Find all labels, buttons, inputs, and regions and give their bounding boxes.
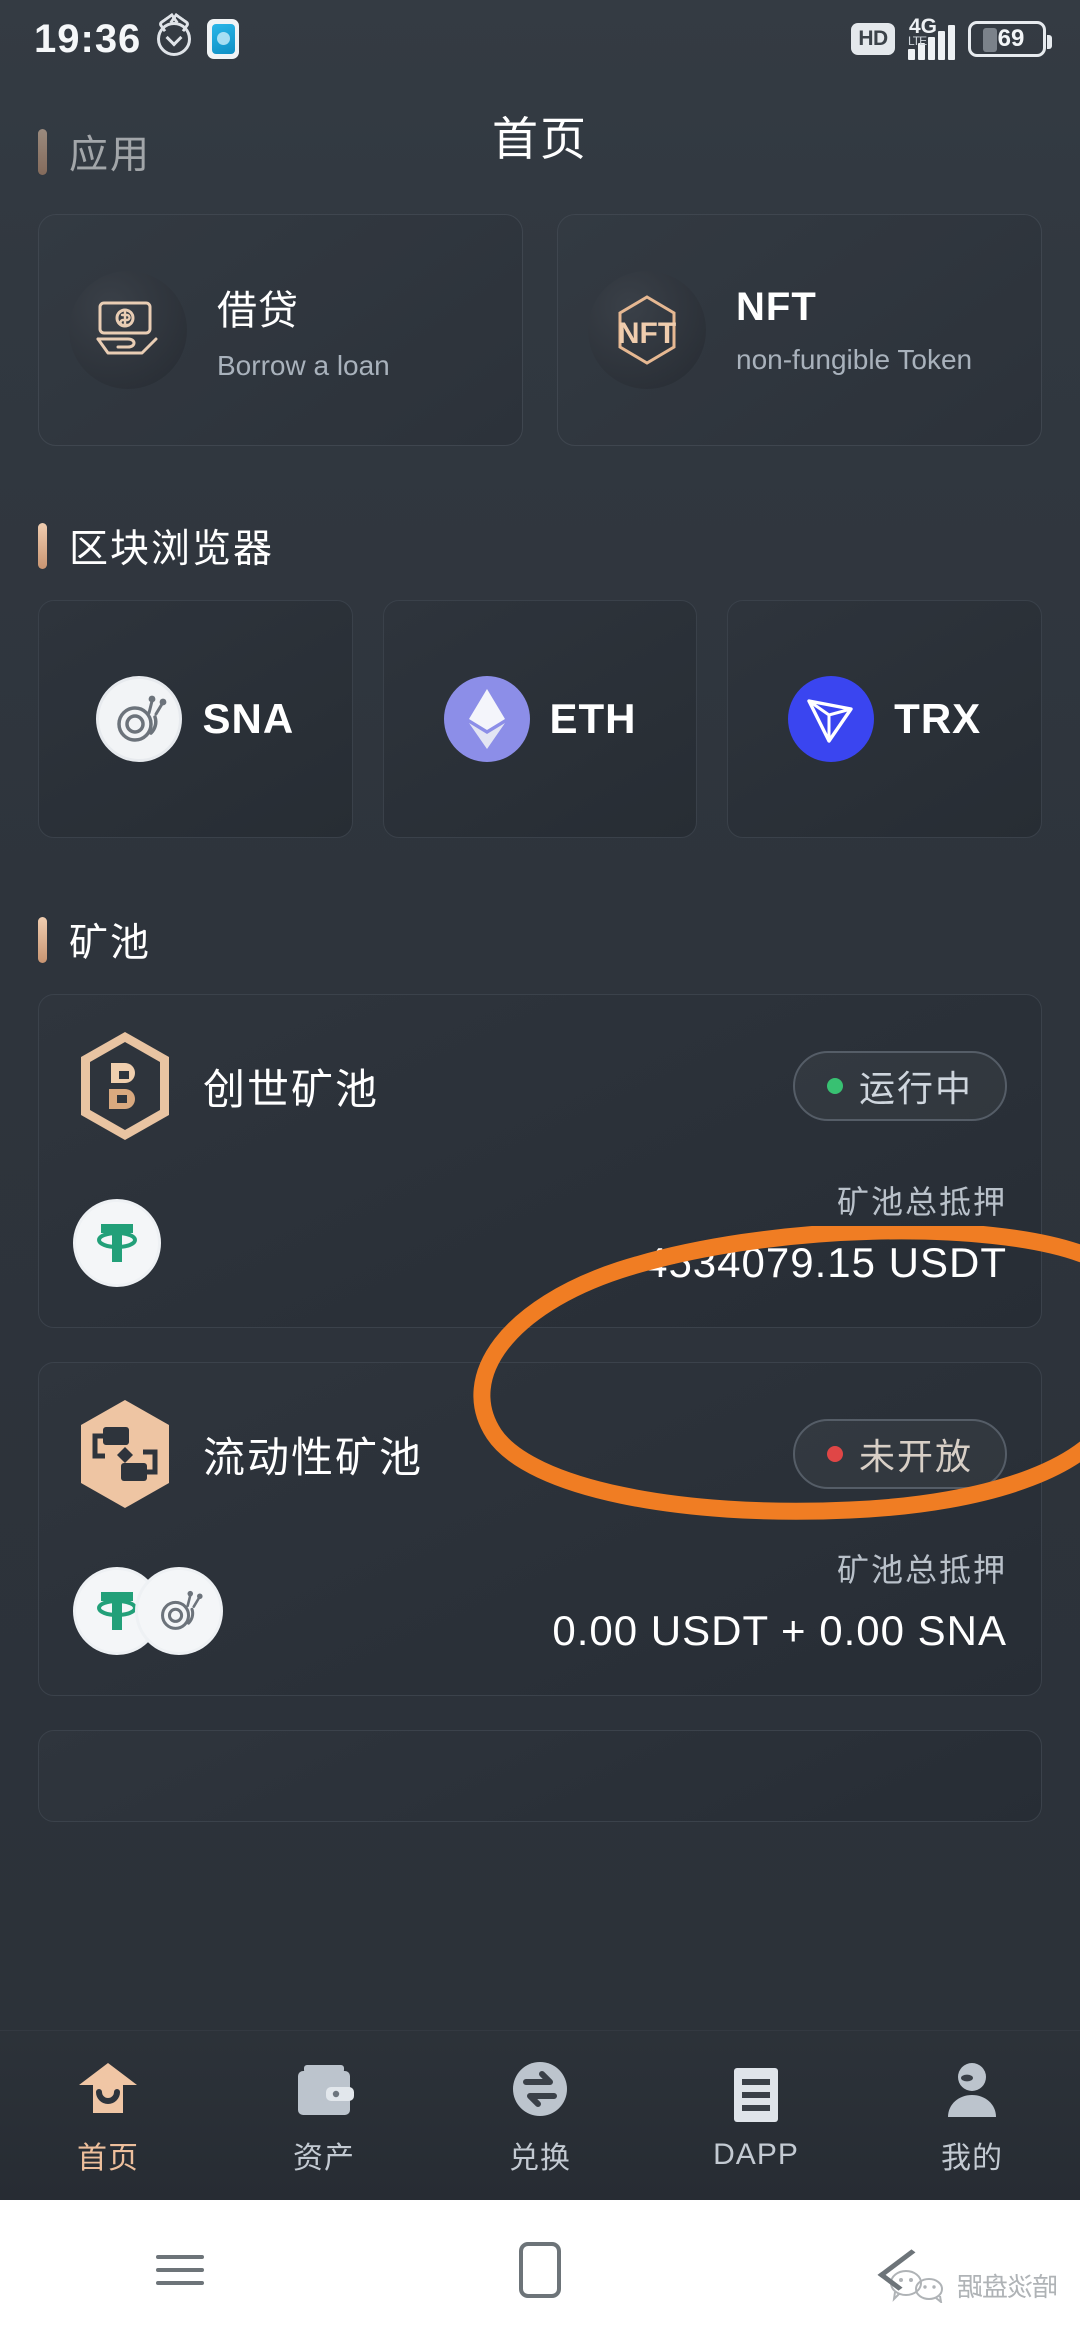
status-time: 19:36	[34, 16, 142, 61]
status-dot	[826, 1446, 843, 1462]
status-badge: 运行中	[793, 1051, 1007, 1121]
section-label-pools: 矿池	[69, 922, 152, 965]
pool-card-liquidity[interactable]: 流动性矿池 未开放 矿池总抵押 0.00 USDT + 0.00 SNA	[38, 1362, 1042, 1696]
section-accent-bar	[38, 129, 47, 175]
battery-level: 69	[997, 25, 1025, 52]
pool-stake: 矿池总抵押 0.00 USDT + 0.00 SNA	[552, 1545, 1007, 1655]
section-label-apps: 应用	[69, 134, 152, 177]
system-nav-home[interactable]	[360, 2242, 720, 2298]
sna-icon	[135, 1567, 223, 1655]
scroll-content[interactable]: 应用 借贷 Borrow a loan NFT NFT non-fungible…	[0, 129, 1080, 2030]
tab-profile[interactable]: 我的	[864, 2055, 1080, 2177]
stake-value: 4534079.15 USDT	[644, 1239, 1007, 1286]
status-label: 运行中	[858, 1068, 973, 1109]
phone-screen: 19:36 HD 4G LTE 69 首页 应用 借贷 Borrow a loa…	[0, 0, 1080, 2340]
pool-body: 矿池总抵押 0.00 USDT + 0.00 SNA	[73, 1545, 1007, 1655]
app-name: 借贷	[217, 289, 299, 333]
wallet-icon	[294, 2055, 354, 2119]
network-sub-label: LTE	[908, 34, 927, 48]
app-card-loan[interactable]: 借贷 Borrow a loan	[38, 214, 523, 446]
status-bar: 19:36 HD 4G LTE 69	[0, 0, 1080, 78]
coin-stack	[73, 1199, 161, 1287]
status-label: 未开放	[858, 1436, 973, 1477]
pool-header: 流动性矿池 未开放	[73, 1397, 1007, 1511]
tab-label: 首页	[77, 2141, 139, 2175]
home-icon	[75, 2055, 141, 2119]
tron-icon	[788, 676, 875, 762]
pool-card-next-partial[interactable]	[38, 1730, 1042, 1822]
apps-row: 借贷 Borrow a loan NFT NFT non-fungible To…	[0, 214, 1080, 446]
watermark: 暗淡盘踞	[886, 2267, 1058, 2304]
status-bar-left: 19:36	[34, 16, 240, 62]
hd-icon: HD	[851, 23, 895, 55]
status-dot	[826, 1078, 843, 1094]
tab-label: DAPP	[713, 2137, 799, 2171]
pool-card-genesis[interactable]: 创世矿池 运行中 矿池总抵押 4534079.15 USDT	[38, 994, 1042, 1328]
app-card-nft[interactable]: NFT NFT non-fungible Token	[557, 214, 1042, 446]
profile-icon	[944, 2055, 1000, 2119]
section-label-explorer: 区块浏览器	[69, 528, 275, 571]
genesis-pool-icon	[73, 1029, 177, 1143]
bottom-tab-bar: 首页 资产 兑换 DAPP 我的	[0, 2030, 1080, 2200]
signal-icon: 4G LTE	[908, 15, 955, 60]
svg-text:NFT: NFT	[618, 317, 676, 350]
tab-swap[interactable]: 兑换	[432, 2055, 648, 2177]
watermark-text: 暗淡盘踞	[957, 2272, 1058, 2302]
snail-icon	[96, 676, 183, 762]
home-square-icon	[519, 2242, 561, 2298]
pool-name: 流动性矿池	[203, 1433, 424, 1481]
system-nav-menu[interactable]	[0, 2246, 360, 2294]
chain-name: TRX	[894, 695, 982, 742]
tab-label: 我的	[941, 2141, 1003, 2175]
section-header-apps: 应用	[0, 124, 1080, 180]
pool-header: 创世矿池 运行中	[73, 1029, 1007, 1143]
usdt-icon	[73, 1199, 161, 1287]
stake-label: 矿池总抵押	[836, 1552, 1007, 1588]
swap-icon	[510, 2055, 570, 2119]
liquidity-pool-icon	[73, 1397, 177, 1511]
tab-dapp[interactable]: DAPP	[648, 2060, 864, 2172]
explorer-row: SNA ETH TRX	[0, 600, 1080, 838]
stake-value: 0.00 USDT + 0.00 SNA	[552, 1607, 1007, 1654]
status-badge: 未开放	[793, 1419, 1007, 1489]
app-subtitle: Borrow a loan	[217, 350, 390, 381]
tab-assets[interactable]: 资产	[216, 2055, 432, 2177]
chain-card-eth[interactable]: ETH	[382, 600, 698, 838]
tab-label: 资产	[293, 2141, 355, 2175]
system-navigation-bar: 暗淡盘踞	[0, 2200, 1080, 2340]
tab-home[interactable]: 首页	[0, 2055, 216, 2177]
chain-name: ETH	[549, 695, 637, 742]
alarm-clock-icon	[157, 22, 192, 56]
wechat-icon	[889, 2269, 943, 2303]
section-accent-bar	[38, 917, 47, 963]
pool-body: 矿池总抵押 4534079.15 USDT	[73, 1177, 1007, 1287]
app-card-nft-text: NFT non-fungible Token	[736, 285, 972, 376]
app-card-loan-text: 借贷 Borrow a loan	[217, 278, 390, 382]
tab-label: 兑换	[509, 2141, 571, 2175]
coin-stack	[73, 1567, 223, 1655]
status-bar-right: HD 4G LTE 69	[851, 15, 1052, 60]
section-header-explorer: 区块浏览器	[0, 518, 1080, 574]
stake-label: 矿池总抵押	[836, 1184, 1007, 1220]
loan-wallet-icon	[69, 271, 187, 389]
dapp-icon	[730, 2060, 782, 2124]
section-accent-bar	[38, 523, 47, 569]
app-subtitle: non-fungible Token	[736, 343, 973, 375]
pool-stake: 矿池总抵押 4534079.15 USDT	[644, 1177, 1007, 1287]
battery-icon: 69	[968, 21, 1052, 57]
chain-card-trx[interactable]: TRX	[727, 600, 1043, 838]
chain-name: SNA	[202, 695, 295, 742]
section-header-pools: 矿池	[0, 912, 1080, 968]
ethereum-icon	[443, 676, 530, 762]
nft-icon: NFT	[588, 271, 706, 389]
chain-card-sna[interactable]: SNA	[38, 600, 353, 838]
pool-name: 创世矿池	[203, 1065, 380, 1113]
app-name: NFT	[736, 284, 817, 329]
app-notification-icon	[207, 19, 240, 59]
menu-icon	[156, 2246, 204, 2294]
